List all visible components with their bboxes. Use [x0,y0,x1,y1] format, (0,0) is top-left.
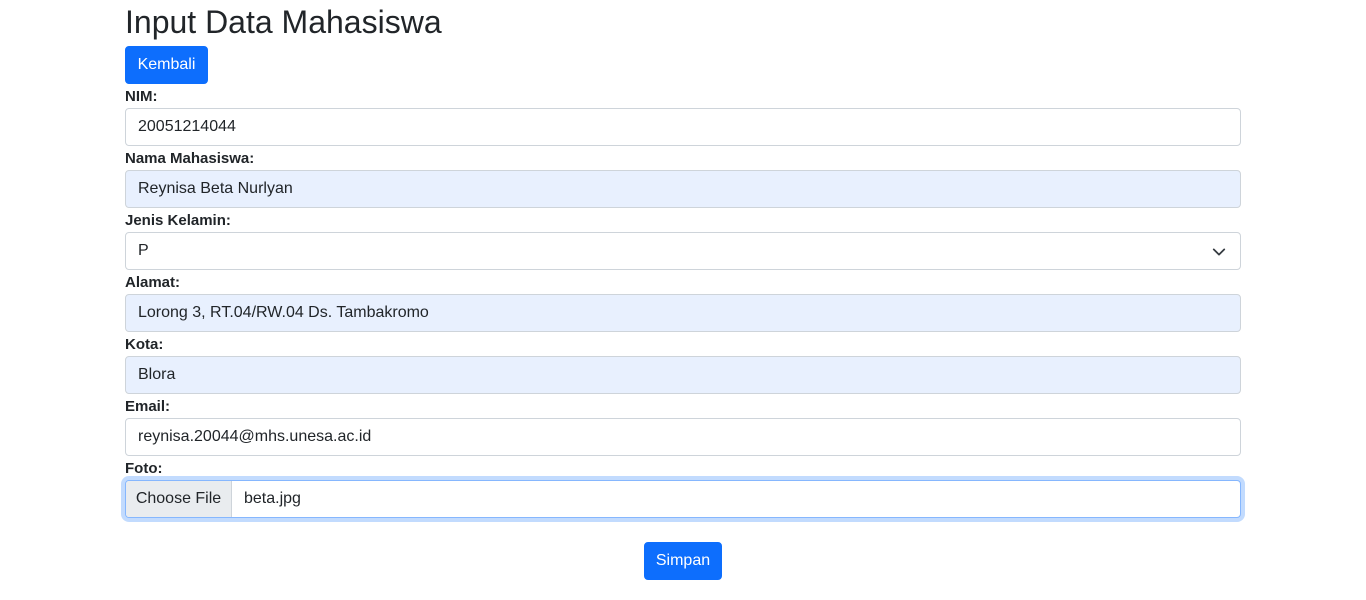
nama-value: Reynisa Beta Nurlyan [138,180,293,197]
nama-input[interactable]: Reynisa Beta Nurlyan [125,170,1241,208]
nama-label: Nama Mahasiswa: [125,150,255,167]
jenis-kelamin-value: P [138,242,149,259]
choose-file-button[interactable]: Choose File [126,481,232,517]
jenis-kelamin-select[interactable]: P [125,232,1241,270]
chevron-down-icon [1212,248,1226,256]
kota-label: Kota: [125,336,164,353]
back-button[interactable]: Kembali [125,46,208,84]
foto-label: Foto: [125,460,163,477]
kota-value: Blora [138,366,176,383]
save-button[interactable]: Simpan [644,542,722,580]
page-title: Input Data Mahasiswa [125,4,442,40]
email-value: reynisa.20044@mhs.unesa.ac.id [138,428,372,445]
email-input[interactable]: reynisa.20044@mhs.unesa.ac.id [125,418,1241,456]
form-container: Input Data Mahasiswa Kembali NIM: 200512… [125,0,1241,580]
alamat-value: Lorong 3, RT.04/RW.04 Ds. Tambakromo [138,304,429,321]
file-name: beta.jpg [244,490,301,507]
nim-label: NIM: [125,88,158,105]
nim-input[interactable]: 20051214044 [125,108,1241,146]
jenis-kelamin-label: Jenis Kelamin: [125,212,231,229]
nim-value: 20051214044 [138,118,236,135]
kota-input[interactable]: Blora [125,356,1241,394]
foto-file-input[interactable]: Choose File beta.jpg [125,480,1241,518]
email-label: Email: [125,398,171,415]
alamat-label: Alamat: [125,274,181,291]
alamat-input[interactable]: Lorong 3, RT.04/RW.04 Ds. Tambakromo [125,294,1241,332]
